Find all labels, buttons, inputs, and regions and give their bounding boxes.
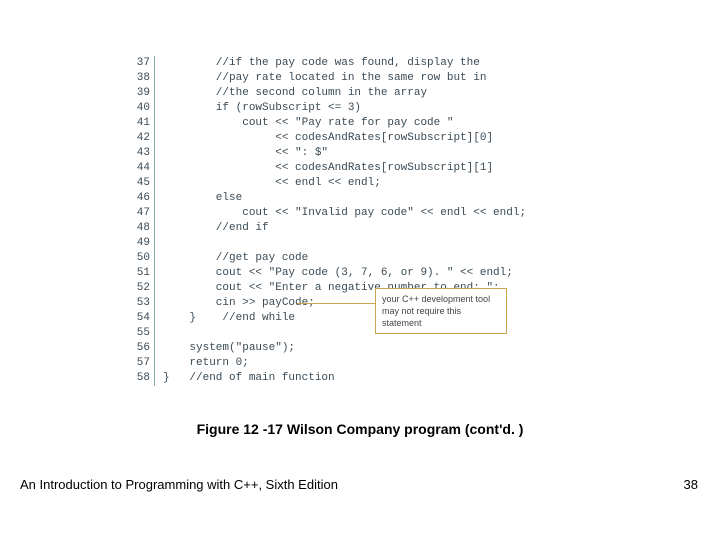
code-text: return 0; [163,356,249,371]
code-line: 38 //pay rate located in the same row bu… [128,71,526,86]
line-number: 52 [128,281,155,296]
code-text: //pay rate located in the same row but i… [163,71,486,86]
line-number: 40 [128,101,155,116]
code-line: 51 cout << "Pay code (3, 7, 6, or 9). " … [128,266,526,281]
code-line: 42 << codesAndRates[rowSubscript][0] [128,131,526,146]
code-text: //if the pay code was found, display the [163,56,480,71]
code-text: } //end while [163,311,295,326]
code-line: 49 [128,236,526,251]
code-line: 44 << codesAndRates[rowSubscript][1] [128,161,526,176]
code-line: 50 //get pay code [128,251,526,266]
code-text: cout << "Invalid pay code" << endl << en… [163,206,526,221]
line-number: 56 [128,341,155,356]
code-text: //the second column in the array [163,86,427,101]
code-text: cout << "Pay code (3, 7, 6, or 9). " << … [163,266,513,281]
code-text: << endl << endl; [163,176,381,191]
line-number: 43 [128,146,155,161]
callout-connector [297,303,375,304]
line-number: 51 [128,266,155,281]
line-number: 46 [128,191,155,206]
code-text: //get pay code [163,251,308,266]
code-line: 56 system("pause"); [128,341,526,356]
code-text: << codesAndRates[rowSubscript][1] [163,161,493,176]
code-line: 48 //end if [128,221,526,236]
code-line: 47 cout << "Invalid pay code" << endl <<… [128,206,526,221]
code-line: 37 //if the pay code was found, display … [128,56,526,71]
line-number: 38 [128,71,155,86]
line-number: 39 [128,86,155,101]
line-number: 48 [128,221,155,236]
line-number: 42 [128,131,155,146]
code-line: 39 //the second column in the array [128,86,526,101]
footer-book-title: An Introduction to Programming with C++,… [20,477,338,492]
line-number: 54 [128,311,155,326]
line-number: 41 [128,116,155,131]
code-text: cout << "Pay rate for pay code " [163,116,453,131]
code-line: 58 } //end of main function [128,371,526,386]
code-listing: 37 //if the pay code was found, display … [128,56,526,386]
code-text: cin >> payCode; [163,296,315,311]
figure-caption: Figure 12 -17 Wilson Company program (co… [0,421,720,437]
code-line: 40 if (rowSubscript <= 3) [128,101,526,116]
line-number: 57 [128,356,155,371]
code-text: } //end of main function [163,371,335,386]
code-text: << codesAndRates[rowSubscript][0] [163,131,493,146]
code-text: else [163,191,242,206]
code-line: 43 << ": $" [128,146,526,161]
code-text: system("pause"); [163,341,295,356]
callout-box: your C++ development tool may not requir… [375,288,507,334]
code-text: if (rowSubscript <= 3) [163,101,361,116]
line-number: 44 [128,161,155,176]
callout-text: your C++ development tool may not requir… [382,294,490,328]
code-text: << ": $" [163,146,328,161]
line-number: 50 [128,251,155,266]
line-number: 53 [128,296,155,311]
code-line: 45 << endl << endl; [128,176,526,191]
line-number: 37 [128,56,155,71]
code-line: 46 else [128,191,526,206]
line-number: 45 [128,176,155,191]
code-line: 57 return 0; [128,356,526,371]
code-text: //end if [163,221,269,236]
code-line: 41 cout << "Pay rate for pay code " [128,116,526,131]
line-number: 58 [128,371,155,386]
footer-page-number: 38 [684,477,698,492]
line-number: 47 [128,206,155,221]
line-number: 49 [128,236,155,251]
line-number: 55 [128,326,155,341]
